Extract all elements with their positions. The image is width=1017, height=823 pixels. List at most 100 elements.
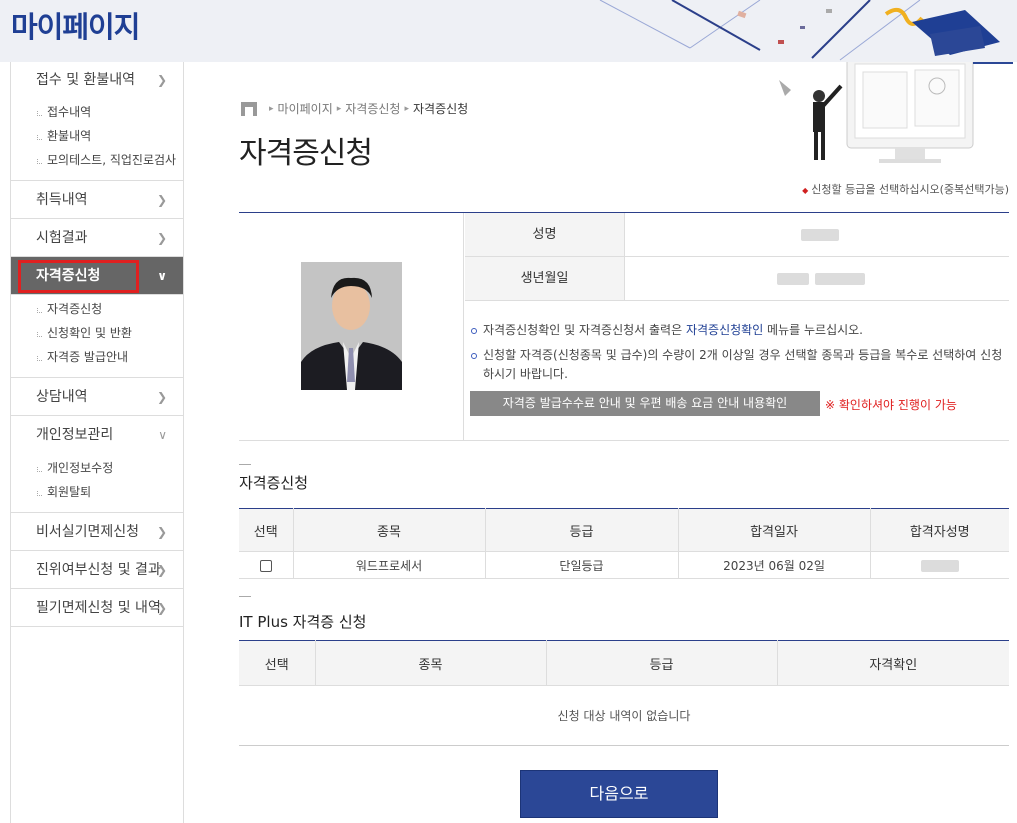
monitor-illustration bbox=[779, 62, 1013, 163]
sidebar-item-label: 취득내역 bbox=[36, 192, 88, 208]
pass-date-cell: 2023년 06월 02일 bbox=[677, 551, 871, 579]
chevron-right-icon: ❯ bbox=[156, 601, 167, 615]
sidebar: 접수 및 환불내역 ❯ 접수내역 환불내역 모의테스트, 직업진로검사 취득내역… bbox=[10, 62, 184, 823]
select-checkbox[interactable] bbox=[259, 559, 272, 572]
diamond-icon: ◆ bbox=[802, 186, 809, 195]
birth-label: 생년월일 bbox=[465, 257, 625, 300]
submenu-reception: 접수내역 환불내역 모의테스트, 직업진로검사 bbox=[11, 98, 183, 181]
column-header: 자격확인 bbox=[776, 640, 1009, 686]
sidebar-item-reception-refund[interactable]: 접수 및 환불내역 ❯ bbox=[11, 62, 183, 98]
empty-message: 신청 대상 내역이 없습니다 bbox=[239, 685, 1009, 746]
photo-cell bbox=[239, 213, 464, 441]
sidebar-item-label: 비서실기면제신청 bbox=[36, 524, 140, 540]
page-heading: 마이페이지 bbox=[11, 10, 140, 44]
chevron-right-icon: ❯ bbox=[156, 193, 167, 207]
page-title: 자격증신청 bbox=[239, 136, 373, 171]
column-header: 합격일자 bbox=[677, 508, 871, 552]
note-item: 자격증신청확인 및 자격증신청서 출력은 자격증신청확인 메뉴를 누르십시오. bbox=[471, 321, 1003, 340]
header-banner: 마이페이지 bbox=[0, 0, 1017, 62]
breadcrumb-separator: ▸ bbox=[336, 103, 342, 114]
sidebar-item-consultation[interactable]: 상담내역 ❯ bbox=[11, 378, 183, 416]
sidebar-item-label: 시험결과 bbox=[36, 230, 88, 246]
table-header-row: 선택 종목 등급 합격일자 합격자성명 bbox=[239, 508, 1009, 552]
sidebar-item-certificate-request[interactable]: 자격증신청 ∨ bbox=[11, 257, 183, 295]
column-header: 등급 bbox=[484, 508, 679, 552]
section-title: 자격증신청 bbox=[239, 474, 309, 492]
passer-name-cell bbox=[869, 551, 1009, 579]
sidebar-subitem-mock-test[interactable]: 모의테스트, 직업진로검사 bbox=[11, 148, 183, 172]
name-row: 성명 bbox=[465, 213, 1009, 257]
sidebar-item-acquisitions[interactable]: 취득내역 ❯ bbox=[11, 181, 183, 219]
certificate-table: 선택 종목 등급 합격일자 합격자성명 워드프로세서 단일등급 2023년 06… bbox=[239, 508, 1009, 579]
selection-notice: ◆ 신청할 등급을 선택하십시오(중복선택가능) bbox=[802, 183, 1009, 196]
column-header: 종목 bbox=[314, 640, 547, 686]
breadcrumb-separator: ▸ bbox=[404, 103, 409, 114]
name-value-redacted bbox=[801, 229, 839, 241]
chevron-right-icon: ❯ bbox=[156, 231, 167, 245]
instruction-notes: 자격증신청확인 및 자격증신청서 출력은 자격증신청확인 메뉴를 누르십시오. … bbox=[471, 321, 1003, 390]
section-title: IT Plus 자격증 신청 bbox=[239, 613, 367, 631]
column-header: 선택 bbox=[239, 508, 294, 552]
table-row: 워드프로세서 단일등급 2023년 06월 02일 bbox=[239, 551, 1009, 579]
fee-info-button[interactable]: 자격증 발급수수료 안내 및 우편 배송 요금 안내 내용확인 bbox=[470, 391, 820, 416]
sidebar-item-written-exemption[interactable]: 필기면제신청 및 내역 ❯ bbox=[11, 589, 183, 627]
sidebar-item-label: 필기면제신청 및 내역 bbox=[36, 600, 161, 616]
breadcrumb: ▸ 마이페이지 ▸ 자격증신청 ▸ 자격증신청 bbox=[241, 100, 468, 117]
banner-decoration bbox=[599, 0, 1000, 61]
subject-cell: 워드프로세서 bbox=[292, 551, 486, 579]
breadcrumb-item[interactable]: 자격증신청 bbox=[345, 100, 400, 117]
sidebar-subitem-certificate-request[interactable]: 자격증신청 bbox=[11, 297, 183, 321]
home-icon[interactable] bbox=[241, 101, 257, 116]
column-header: 합격자성명 bbox=[869, 508, 1009, 552]
chevron-right-icon: ❯ bbox=[156, 563, 167, 577]
person-portrait-icon bbox=[301, 262, 402, 390]
sidebar-subitem-issue-guide[interactable]: 자격증 발급안내 bbox=[11, 345, 183, 369]
birth-value-redacted bbox=[777, 273, 809, 285]
chevron-down-icon: ∨ bbox=[157, 269, 167, 283]
sidebar-item-label: 진위여부신청 및 결과 bbox=[36, 562, 161, 578]
submenu-certificate: 자격증신청 신청확인 및 반환 자격증 발급안내 bbox=[11, 295, 183, 378]
sidebar-item-label: 상담내역 bbox=[36, 389, 88, 405]
breadcrumb-current: 자격증신청 bbox=[413, 102, 469, 116]
sidebar-item-secretary-exemption[interactable]: 비서실기면제신청 ❯ bbox=[11, 513, 183, 551]
column-header: 종목 bbox=[292, 508, 486, 552]
table-row: 신청 대상 내역이 없습니다 bbox=[239, 685, 1009, 746]
sidebar-subitem-reception-list[interactable]: 접수내역 bbox=[11, 100, 183, 124]
table-header-row: 선택 종목 등급 자격확인 bbox=[239, 640, 1009, 686]
fee-warning-text: ※ 확인하셔야 진행이 가능 bbox=[825, 398, 957, 412]
breadcrumb-item[interactable]: 마이페이지 bbox=[278, 100, 333, 117]
column-header: 선택 bbox=[239, 640, 316, 686]
sidebar-subitem-request-confirm[interactable]: 신청확인 및 반환 bbox=[11, 321, 183, 345]
sidebar-subitem-refund-list[interactable]: 환불내역 bbox=[11, 124, 183, 148]
it-plus-table: 선택 종목 등급 자격확인 신청 대상 내역이 없습니다 bbox=[239, 640, 1009, 746]
main-content: ▸ 마이페이지 ▸ 자격증신청 ▸ 자격증신청 자격증신청 ◆ 신청할 등급을 선… bbox=[185, 62, 1017, 823]
grade-cell: 단일등급 bbox=[484, 551, 679, 579]
passer-name-redacted bbox=[920, 559, 959, 572]
breadcrumb-separator: ▸ bbox=[269, 103, 274, 114]
sidebar-item-authenticity-check[interactable]: 진위여부신청 및 결과 ❯ bbox=[11, 551, 183, 589]
name-label: 성명 bbox=[465, 213, 625, 256]
profile-panel: 성명 생년월일 자격증신청확인 및 자격증신청서 출력은 자격증신청확인 메뉴를… bbox=[239, 212, 1009, 441]
next-button[interactable]: 다음으로 bbox=[520, 770, 718, 818]
note-item: 신청할 자격증(신청종목 및 급수)의 수량이 2개 이상일 경우 선택할 종목… bbox=[471, 346, 1003, 384]
submenu-personal-info: 개인정보수정 회원탈퇴 bbox=[11, 454, 183, 513]
section-marker bbox=[239, 596, 251, 597]
chevron-right-icon: ❯ bbox=[156, 525, 167, 539]
sidebar-subitem-withdraw[interactable]: 회원탈퇴 bbox=[11, 480, 183, 504]
section-marker bbox=[239, 464, 251, 465]
chevron-right-icon: ❯ bbox=[156, 73, 167, 87]
column-header: 등급 bbox=[545, 640, 778, 686]
birth-value-redacted bbox=[815, 273, 865, 285]
chevron-down-icon: ∨ bbox=[158, 428, 167, 442]
birth-row: 생년월일 bbox=[465, 257, 1009, 301]
sidebar-subitem-edit-info[interactable]: 개인정보수정 bbox=[11, 456, 183, 480]
profile-photo bbox=[301, 262, 402, 390]
highlight-box bbox=[18, 260, 139, 293]
sidebar-item-exam-results[interactable]: 시험결과 ❯ bbox=[11, 219, 183, 257]
sidebar-item-label: 개인정보관리 bbox=[36, 427, 114, 443]
certificate-confirm-link[interactable]: 자격증신청확인 bbox=[686, 323, 763, 337]
sidebar-item-label: 접수 및 환불내역 bbox=[36, 72, 136, 88]
select-cell bbox=[239, 551, 294, 579]
sidebar-item-personal-info[interactable]: 개인정보관리 ∨ bbox=[11, 416, 183, 454]
chevron-right-icon: ❯ bbox=[156, 390, 167, 404]
